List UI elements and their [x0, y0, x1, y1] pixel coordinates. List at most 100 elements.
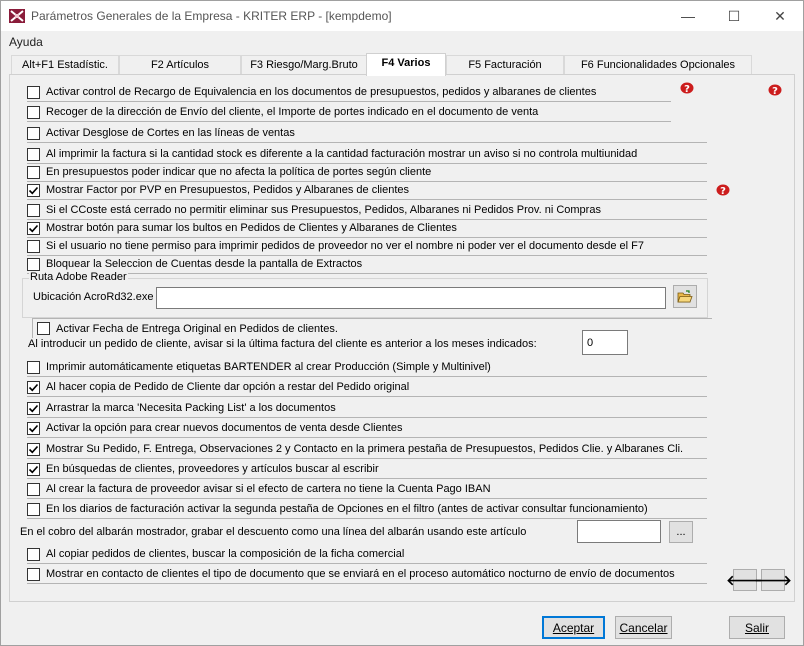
tab-varios[interactable]: F4 Varios — [366, 53, 446, 76]
meses-input[interactable] — [582, 330, 628, 355]
menu-help[interactable]: Ayuda — [9, 35, 43, 49]
cobro-label: En el cobro del albarán mostrador, graba… — [20, 526, 527, 538]
tab-articulos[interactable]: F2 Artículos — [119, 55, 241, 75]
maximize-icon: ☐ — [727, 7, 741, 24]
adobe-group-title: Ruta Adobe Reader — [29, 271, 128, 283]
dialog-window: Parámetros Generales de la Empresa - KRI… — [0, 0, 804, 646]
browse-folder-button[interactable] — [673, 285, 697, 308]
option-label: Recoger de la dirección de Envío del cli… — [46, 106, 539, 118]
exit-button[interactable]: Salir — [729, 616, 785, 639]
option-checkbox[interactable] — [27, 462, 40, 476]
tab-estadisticas[interactable]: Alt+F1 Estadístic. — [11, 55, 119, 75]
option-checkbox[interactable] — [27, 203, 40, 217]
close-icon: ✕ — [774, 7, 786, 24]
option-row: Arrastrar la marca 'Necesita Packing Lis… — [27, 399, 707, 418]
option-checkbox[interactable] — [27, 126, 40, 140]
option-label: En presupuestos poder indicar que no afe… — [46, 166, 432, 178]
tab-facturacion[interactable]: F5 Facturación — [446, 55, 564, 75]
window-title: Parámetros Generales de la Empresa - KRI… — [31, 9, 392, 23]
exit-label: Salir — [744, 620, 769, 635]
next-page-button[interactable]: 🡒 — [754, 569, 792, 591]
cancel-button[interactable]: Cancelar — [615, 616, 672, 639]
cancel-label: Cancelar — [619, 620, 668, 635]
option-row: Mostrar Factor por PVP en Presupuestos, … — [27, 181, 707, 200]
option-label: En búsquedas de clientes, proveedores y … — [46, 463, 379, 475]
adobe-reader-group: Ruta Adobe Reader Ubicación AcroRd32.exe — [22, 271, 708, 318]
option-row: Al imprimir la factura si la cantidad st… — [27, 145, 707, 164]
accept-label: Aceptar — [552, 620, 595, 635]
adobe-path-label: Ubicación AcroRd32.exe — [33, 291, 154, 303]
option-label: Si el usuario no tiene permiso para impr… — [46, 240, 644, 252]
help-question-icon[interactable]: ? — [680, 82, 694, 94]
meses-label: Al introducir un pedido de cliente, avis… — [28, 338, 537, 350]
svg-text:?: ? — [772, 86, 778, 96]
option-label: Activar la opción para crear nuevos docu… — [46, 422, 403, 434]
app-logo-icon — [9, 9, 25, 23]
option-row: En presupuestos poder indicar que no afe… — [27, 163, 707, 182]
option-checkbox[interactable] — [27, 147, 40, 161]
arrow-right-icon: 🡒 — [754, 571, 792, 588]
close-window-button[interactable]: ✕ — [757, 1, 803, 31]
fecha-entrega-checkbox[interactable] — [37, 322, 50, 335]
option-label: Mostrar Factor por PVP en Presupuestos, … — [46, 184, 409, 196]
maximize-button[interactable]: ☐ — [711, 1, 757, 31]
option-row: Al hacer copia de Pedido de Cliente dar … — [27, 378, 707, 397]
option-row: Mostrar Su Pedido, F. Entrega, Observaci… — [27, 440, 707, 459]
option-label: Mostrar en contacto de clientes el tipo … — [46, 568, 675, 580]
option-row: Si el CCoste está cerrado no permitir el… — [27, 201, 707, 220]
option-row: En los diarios de facturación activar la… — [27, 500, 707, 519]
adobe-path-input[interactable] — [156, 287, 666, 309]
option-checkbox[interactable] — [27, 401, 40, 415]
fecha-entrega-label: Activar Fecha de Entrega Original en Ped… — [56, 322, 338, 335]
option-label: Activar Desglose de Cortes en las líneas… — [46, 127, 295, 139]
varios-panel: Activar control de Recargo de Equivalenc… — [9, 74, 795, 602]
option-row: Activar control de Recargo de Equivalenc… — [27, 83, 671, 102]
option-checkbox[interactable] — [27, 567, 40, 581]
option-row: Mostrar en contacto de clientes el tipo … — [27, 565, 707, 584]
option-checkbox[interactable] — [27, 442, 40, 456]
help-question-icon[interactable]: ? — [768, 84, 782, 96]
option-checkbox[interactable] — [27, 165, 40, 179]
option-checkbox[interactable] — [27, 257, 40, 271]
option-row: Activar Desglose de Cortes en las líneas… — [27, 124, 707, 143]
option-checkbox[interactable] — [27, 183, 40, 197]
option-checkbox[interactable] — [27, 360, 40, 374]
option-row: Mostrar botón para sumar los bultos en P… — [27, 219, 707, 238]
option-checkbox[interactable] — [27, 105, 40, 119]
option-row: Al crear la factura de proveedor avisar … — [27, 480, 707, 499]
minimize-button[interactable]: — — [665, 1, 711, 31]
option-label: Imprimir automáticamente etiquetas BARTE… — [46, 361, 491, 373]
cobro-article-input[interactable] — [577, 520, 661, 543]
option-label: Al copiar pedidos de clientes, buscar la… — [46, 548, 405, 560]
option-checkbox[interactable] — [27, 85, 40, 99]
option-checkbox[interactable] — [27, 547, 40, 561]
option-row: Si el usuario no tiene permiso para impr… — [27, 237, 707, 256]
option-checkbox[interactable] — [27, 380, 40, 394]
tab-strip: Alt+F1 Estadístic. F2 Artículos F3 Riesg… — [9, 53, 795, 76]
cobro-browse-button[interactable]: ... — [669, 521, 693, 543]
menu-bar: Ayuda — [1, 31, 803, 53]
option-label: En los diarios de facturación activar la… — [46, 503, 648, 515]
tab-funcionalidades[interactable]: F6 Funcionalidades Opcionales — [564, 55, 752, 75]
option-row: Recoger de la dirección de Envío del cli… — [27, 103, 671, 122]
option-label: Bloquear la Seleccion de Cuentas desde l… — [46, 258, 363, 270]
help-question-icon[interactable]: ? — [716, 184, 730, 196]
accept-button[interactable]: Aceptar — [542, 616, 605, 639]
option-checkbox[interactable] — [27, 221, 40, 235]
option-row: Activar la opción para crear nuevos docu… — [27, 419, 707, 438]
option-label: Al crear la factura de proveedor avisar … — [46, 483, 491, 495]
tab-riesgo[interactable]: F3 Riesgo/Marg.Bruto — [241, 55, 367, 75]
option-label: Al hacer copia de Pedido de Cliente dar … — [46, 381, 410, 393]
option-row: Imprimir automáticamente etiquetas BARTE… — [27, 358, 707, 377]
option-checkbox[interactable] — [27, 502, 40, 516]
option-label: Activar control de Recargo de Equivalenc… — [46, 86, 597, 98]
minimize-icon: — — [681, 8, 695, 24]
option-row: Bloquear la Seleccion de Cuentas desde l… — [27, 255, 707, 274]
option-row: Al copiar pedidos de clientes, buscar la… — [27, 545, 707, 564]
option-checkbox[interactable] — [27, 239, 40, 253]
option-label: Mostrar Su Pedido, F. Entrega, Observaci… — [46, 443, 684, 455]
option-label: Al imprimir la factura si la cantidad st… — [46, 148, 638, 160]
option-checkbox[interactable] — [27, 421, 40, 435]
option-checkbox[interactable] — [27, 482, 40, 496]
option-row: En búsquedas de clientes, proveedores y … — [27, 460, 707, 479]
